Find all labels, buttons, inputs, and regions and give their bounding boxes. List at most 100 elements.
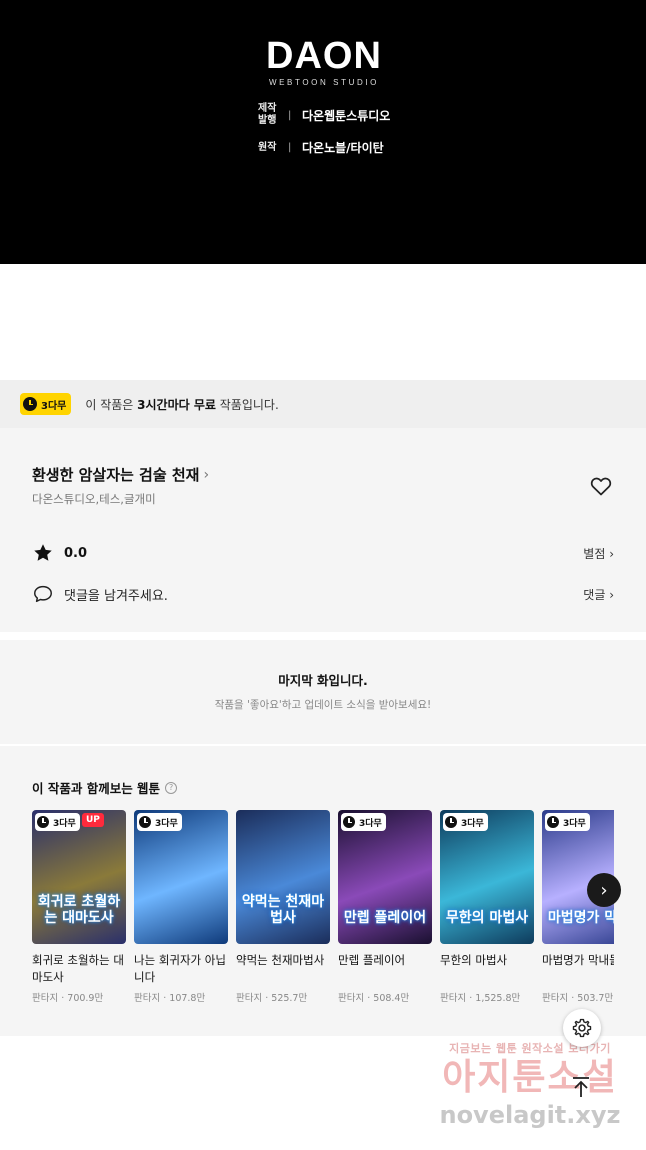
- thumbnail-title-art: 회귀로 초월하는 대마도사: [37, 894, 121, 926]
- last-episode-notice: 마지막 화입니다. 작품을 '좋아요'하고 업데이트 소식을 받아보세요!: [0, 640, 646, 744]
- recommendation-meta: 판타지 · 700.9만: [32, 993, 104, 1004]
- recommendation-thumbnail: 3다무 UP 회귀로 초월하는 대마도사: [32, 810, 126, 944]
- last-episode-subtitle: 작품을 '좋아요'하고 업데이트 소식을 받아보세요!: [214, 699, 432, 711]
- wait-free-badge: 3다무: [545, 813, 590, 831]
- free-text-prefix: 이 작품은: [85, 397, 138, 412]
- help-icon[interactable]: ?: [165, 781, 178, 794]
- badge-label: 3다무: [53, 818, 76, 829]
- thumbnail-title-art: 만렙 플레이어: [343, 910, 427, 926]
- thumbnail-title-art: 마법명가 막내: [547, 910, 614, 926]
- clock-icon: [445, 816, 457, 828]
- heart-icon[interactable]: [589, 474, 613, 498]
- credit-name: 다온웹툰스튜디오: [302, 108, 391, 123]
- recommendation-thumbnail: 약먹는 천재마법사: [236, 810, 330, 944]
- work-authors: 다온스튜디오,테스,글개미: [32, 492, 156, 506]
- wait-free-badge: 3다무: [20, 393, 72, 415]
- clock-icon: [547, 816, 559, 828]
- badge-label: 3다무: [563, 818, 586, 829]
- badge-label: 3다무: [359, 818, 382, 829]
- watermark-line1: 지금보는 웹툰 원작소설 보러가기: [449, 1042, 611, 1055]
- recommendation-title: 만렙 플레이어: [338, 953, 406, 967]
- credit-separator: |: [288, 109, 292, 121]
- free-text-bold: 3시간마다 무료: [137, 397, 216, 412]
- credit-row: 제작 발행 | 다온웹툰스튜디오: [258, 103, 390, 127]
- work-title: 환생한 암살자는 검술 천재: [32, 466, 200, 484]
- viewer-page: DAON WEBTOON STUDIO 제작 발행 | 다온웹툰스튜디오 원작 …: [0, 0, 646, 1150]
- watermark: 지금보는 웹툰 원작소설 보러가기 아지툰소설 novelagit.xyz: [430, 1040, 630, 1128]
- free-notice-text: 이 작품은 3시간마다 무료 작품입니다.: [85, 396, 278, 413]
- credit-row: 원작 | 다온노블/타이탄: [258, 139, 390, 156]
- chevron-right-icon: ›: [600, 879, 608, 901]
- recommendation-meta: 판타지 · 503.7만: [542, 993, 614, 1004]
- recommendation-title: 회귀로 초월하는 대마도사: [32, 953, 124, 984]
- watermark-line2: 아지툰소설: [442, 1057, 618, 1098]
- badge-label: 3다무: [155, 818, 178, 829]
- recommendation-thumbnail: 3다무무한의 마법사: [440, 810, 534, 944]
- star-icon: [34, 544, 52, 561]
- gear-icon: [572, 1018, 592, 1038]
- rating-row: 0.0 별점 ›: [32, 542, 614, 564]
- credits-list: 제작 발행 | 다온웹툰스튜디오 원작 | 다온노블/타이탄: [258, 103, 390, 168]
- recommendation-title: 마법명가 막내들: [542, 953, 614, 967]
- recommendation-title: 무한의 마법사: [440, 953, 508, 967]
- recommendation-title: 약먹는 천재마법사: [236, 953, 325, 967]
- comment-placeholder: 댓글을 남겨주세요.: [64, 588, 168, 604]
- recommendation-card[interactable]: 3다무마법명가 막내마법명가 막내들판타지 · 503.7만: [542, 810, 614, 1004]
- daon-logo: DAON WEBTOON STUDIO: [263, 35, 385, 87]
- work-info-card: 환생한 암살자는 검술 천재 › 다온스튜디오,테스,글개미 0.0 별점 › …: [0, 428, 646, 632]
- free-notice-bar: 3다무 이 작품은 3시간마다 무료 작품입니다.: [0, 380, 646, 428]
- clock-icon: [139, 816, 151, 828]
- wait-free-badge: 3다무: [341, 813, 386, 831]
- last-episode-title: 마지막 화입니다.: [278, 673, 368, 688]
- recommendation-card[interactable]: 3다무 UP 회귀로 초월하는 대마도사 회귀로 초월하는 대마도사 판타지 · 700…: [32, 810, 126, 1004]
- recommendation-thumbnail: 3다무: [134, 810, 228, 944]
- settings-button[interactable]: [563, 1009, 601, 1047]
- recommendation-thumbnail: 3다무만렙 플레이어: [338, 810, 432, 944]
- watermark-line3: novelagit.xyz: [439, 1101, 621, 1129]
- work-title-link[interactable]: 환생한 암살자는 검술 천재 ›: [32, 464, 209, 485]
- clock-icon: [37, 816, 49, 828]
- recommendation-meta: 판타지 · 508.4만: [338, 993, 410, 1004]
- carousel-next-button[interactable]: ›: [587, 873, 621, 907]
- recommendation-title: 나는 회귀자가 아닙니다: [134, 953, 226, 984]
- wait-free-badge: 3다무: [35, 813, 80, 831]
- arrow-up-icon: [573, 1077, 589, 1097]
- scroll-top-button[interactable]: [566, 1072, 596, 1102]
- up-badge: UP: [82, 813, 104, 827]
- credit-role: 원작: [258, 141, 277, 153]
- wait-free-badge: 3다무: [137, 813, 182, 831]
- clock-icon: [343, 816, 355, 828]
- recommendation-card[interactable]: 3다무나는 회귀자가 아닙니다판타지 · 107.8만: [134, 810, 228, 1004]
- comment-row[interactable]: 댓글을 남겨주세요. 댓글 ›: [32, 583, 614, 605]
- credit-name: 다온노블/타이탄: [302, 141, 384, 155]
- credit-separator: |: [288, 142, 292, 153]
- thumbnail-title-art: 무한의 마법사: [445, 910, 529, 926]
- rating-display: 0.0: [32, 542, 87, 564]
- logo-main-text: DAON: [266, 35, 382, 77]
- comment-prompt: 댓글을 남겨주세요.: [32, 583, 168, 605]
- chevron-right-icon: ›: [203, 466, 210, 483]
- thumbnail-title-art: 약먹는 천재마법사: [241, 894, 325, 926]
- credit-role: 제작 발행: [258, 103, 277, 126]
- recommendations-heading-text: 이 작품과 함께보는 웹툰: [32, 781, 161, 796]
- recommendations-heading: 이 작품과 함께보는 웹툰 ?: [32, 778, 178, 797]
- rating-value: 0.0: [64, 545, 88, 561]
- rating-link[interactable]: 별점 ›: [583, 545, 614, 562]
- recommendation-meta: 판타지 · 107.8만: [134, 993, 206, 1004]
- badge-label: 3다무: [41, 400, 67, 412]
- free-text-suffix: 작품입니다.: [215, 397, 279, 412]
- recommendation-meta: 판타지 · 1,525.8만: [440, 993, 521, 1004]
- badge-label: 3다무: [461, 818, 484, 829]
- comment-link[interactable]: 댓글 ›: [583, 586, 614, 603]
- recommendation-card[interactable]: 3다무 만렙 플레이어 만렙 플레이어 판타지 · 508.4만: [338, 810, 432, 1004]
- recommendation-card[interactable]: 약먹는 천재마법사 약먹는 천재마법사 판타지 · 525.7만: [236, 810, 330, 1004]
- credits-banner: DAON WEBTOON STUDIO 제작 발행 | 다온웹툰스튜디오 원작 …: [0, 0, 646, 264]
- logo-sub-text: WEBTOON STUDIO: [268, 78, 380, 87]
- recommendations-carousel: 3다무 UP 회귀로 초월하는 대마도사 회귀로 초월하는 대마도사 판타지 · 700…: [32, 810, 614, 1010]
- speech-bubble-icon: [34, 585, 52, 603]
- wait-free-badge: 3다무: [443, 813, 488, 831]
- clock-icon: [23, 397, 37, 411]
- recommendations-section: 이 작품과 함께보는 웹툰 ? 3다무 UP 회귀로 초월하는 대마도사 회귀로 초월…: [0, 746, 646, 1036]
- recommendation-meta: 판타지 · 525.7만: [236, 993, 308, 1004]
- recommendation-card[interactable]: 3다무 무한의 마법사 무한의 마법사 판타지 · 1,525.8만: [440, 810, 534, 1004]
